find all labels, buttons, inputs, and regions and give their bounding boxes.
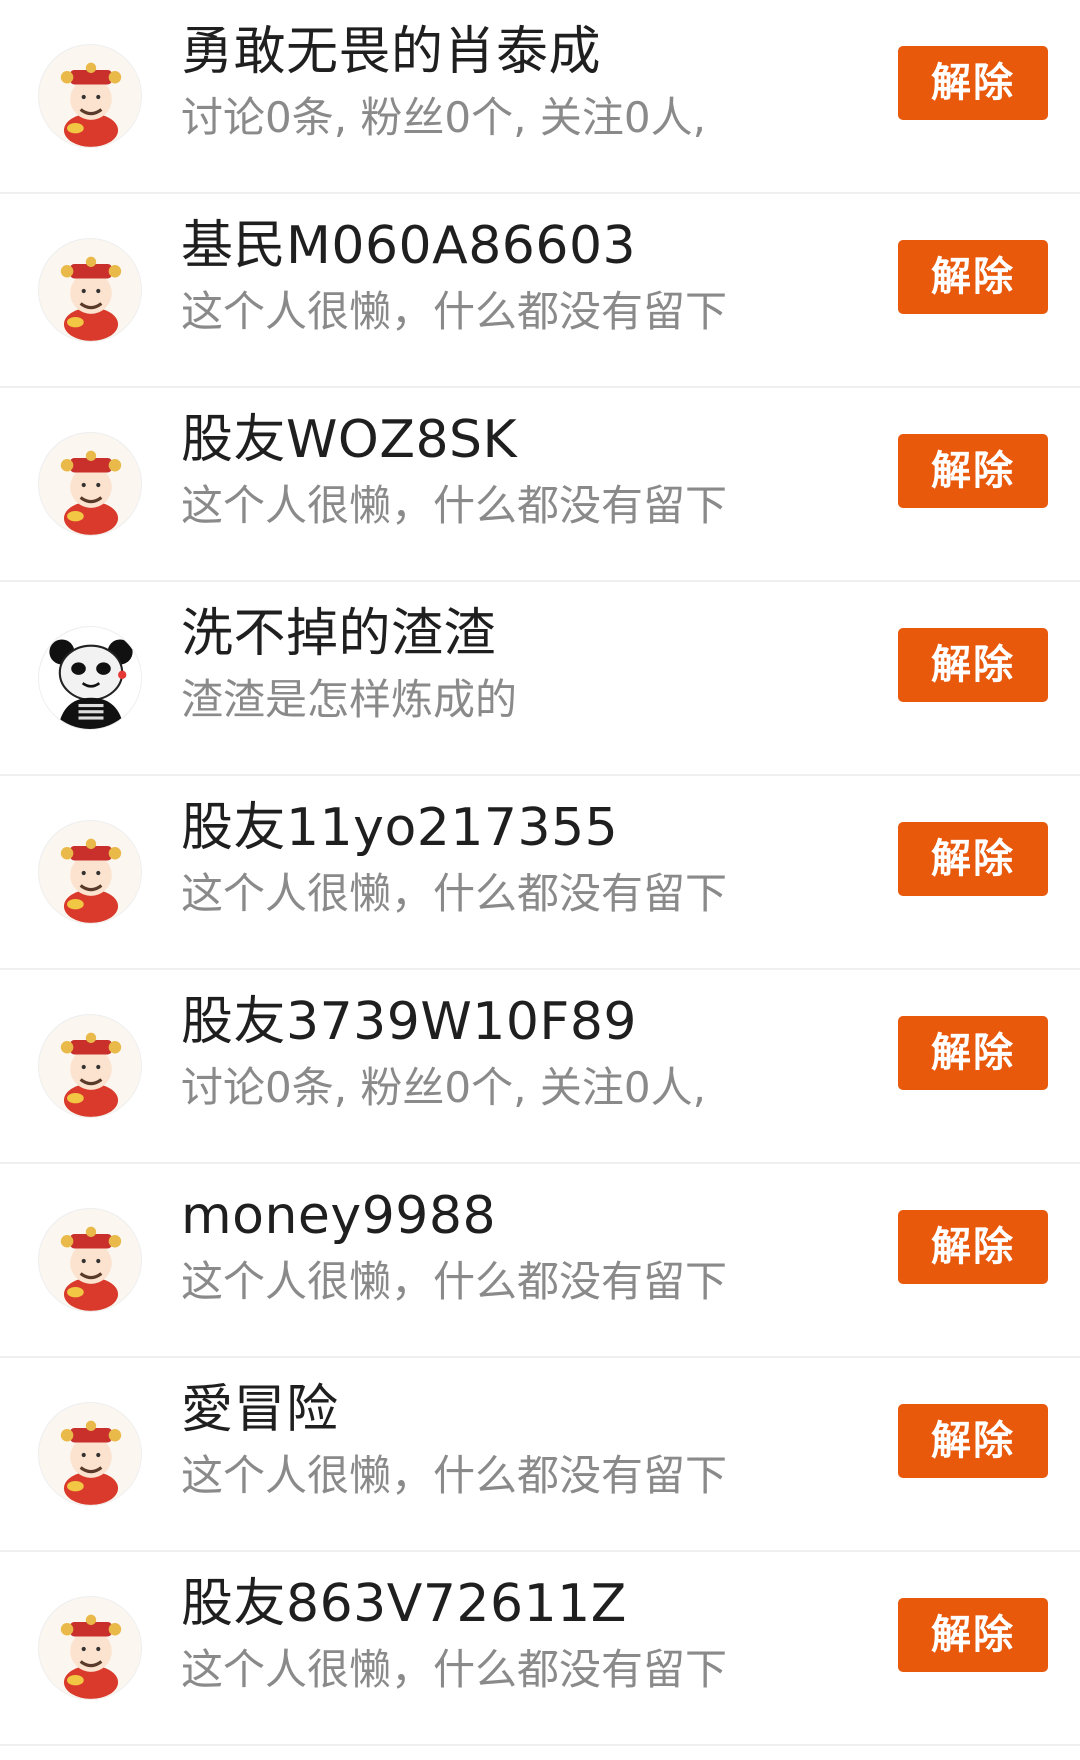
user-description: 这个人很懒，什么都没有留下 [181,1451,728,1500]
list-item[interactable]: 股友863V72611Z 这个人很懒，什么都没有留下 解除 [0,1552,1080,1746]
unblock-button[interactable]: 解除 [898,1210,1048,1284]
user-description: 讨论0条, 粉丝0个, 关注0人, [181,1063,706,1112]
caishen-avatar-icon[interactable] [38,1014,142,1118]
user-name[interactable]: 股友863V72611Z [181,1572,627,1636]
user-name[interactable]: 洗不掉的渣渣 [181,602,496,666]
list-item[interactable]: money9988 这个人很懒，什么都没有留下 解除 [0,1164,1080,1358]
user-description: 渣渣是怎样炼成的 [181,675,518,724]
list-item[interactable]: 股友WOZ8SK 这个人很懒，什么都没有留下 解除 [0,388,1080,582]
list-item[interactable]: 勇敢无畏的肖泰成 讨论0条, 粉丝0个, 关注0人, 解除 [0,0,1080,194]
unblock-button[interactable]: 解除 [898,822,1048,896]
unblock-button[interactable]: 解除 [898,1016,1048,1090]
caishen-avatar-icon[interactable] [38,432,142,536]
user-description: 这个人很懒，什么都没有留下 [181,1257,728,1306]
unblock-button[interactable]: 解除 [898,1404,1048,1478]
list-item[interactable]: 洗不掉的渣渣 渣渣是怎样炼成的 解除 [0,582,1080,776]
user-name[interactable]: 基民M060A86603 [181,214,636,278]
user-description: 这个人很懒，什么都没有留下 [181,1645,728,1694]
blocked-users-list: 勇敢无畏的肖泰成 讨论0条, 粉丝0个, 关注0人, 解除 基民M060A866… [0,0,1080,1760]
caishen-avatar-icon[interactable] [38,820,142,924]
caishen-avatar-icon[interactable] [38,238,142,342]
caishen-avatar-icon[interactable] [38,1208,142,1312]
list-item[interactable]: 股友3739W10F89 讨论0条, 粉丝0个, 关注0人, 解除 [0,970,1080,1164]
panda-meme-avatar-icon[interactable] [38,626,142,730]
unblock-button[interactable]: 解除 [898,46,1048,120]
list-item[interactable]: 股友11yo217355 这个人很懒，什么都没有留下 解除 [0,776,1080,970]
caishen-avatar-icon[interactable] [38,44,142,148]
user-description: 这个人很懒，什么都没有留下 [181,287,728,336]
user-description: 这个人很懒，什么都没有留下 [181,481,728,530]
unblock-button[interactable]: 解除 [898,434,1048,508]
list-item[interactable]: 愛冒险 这个人很懒，什么都没有留下 解除 [0,1358,1080,1552]
user-name[interactable]: 股友3739W10F89 [181,990,637,1054]
unblock-button[interactable]: 解除 [898,240,1048,314]
list-item[interactable]: 基民M060A86603 这个人很懒，什么都没有留下 解除 [0,194,1080,388]
user-name[interactable]: 愛冒险 [181,1378,339,1442]
unblock-button[interactable]: 解除 [898,628,1048,702]
user-name[interactable]: 股友WOZ8SK [181,408,517,472]
caishen-avatar-icon[interactable] [38,1596,142,1700]
user-description: 这个人很懒，什么都没有留下 [181,869,728,918]
unblock-button[interactable]: 解除 [898,1598,1048,1672]
caishen-avatar-icon[interactable] [38,1402,142,1506]
user-name[interactable]: 勇敢无畏的肖泰成 [181,20,601,84]
user-name[interactable]: 股友11yo217355 [181,796,618,860]
user-name[interactable]: money9988 [181,1184,496,1248]
user-description: 讨论0条, 粉丝0个, 关注0人, [181,93,706,142]
